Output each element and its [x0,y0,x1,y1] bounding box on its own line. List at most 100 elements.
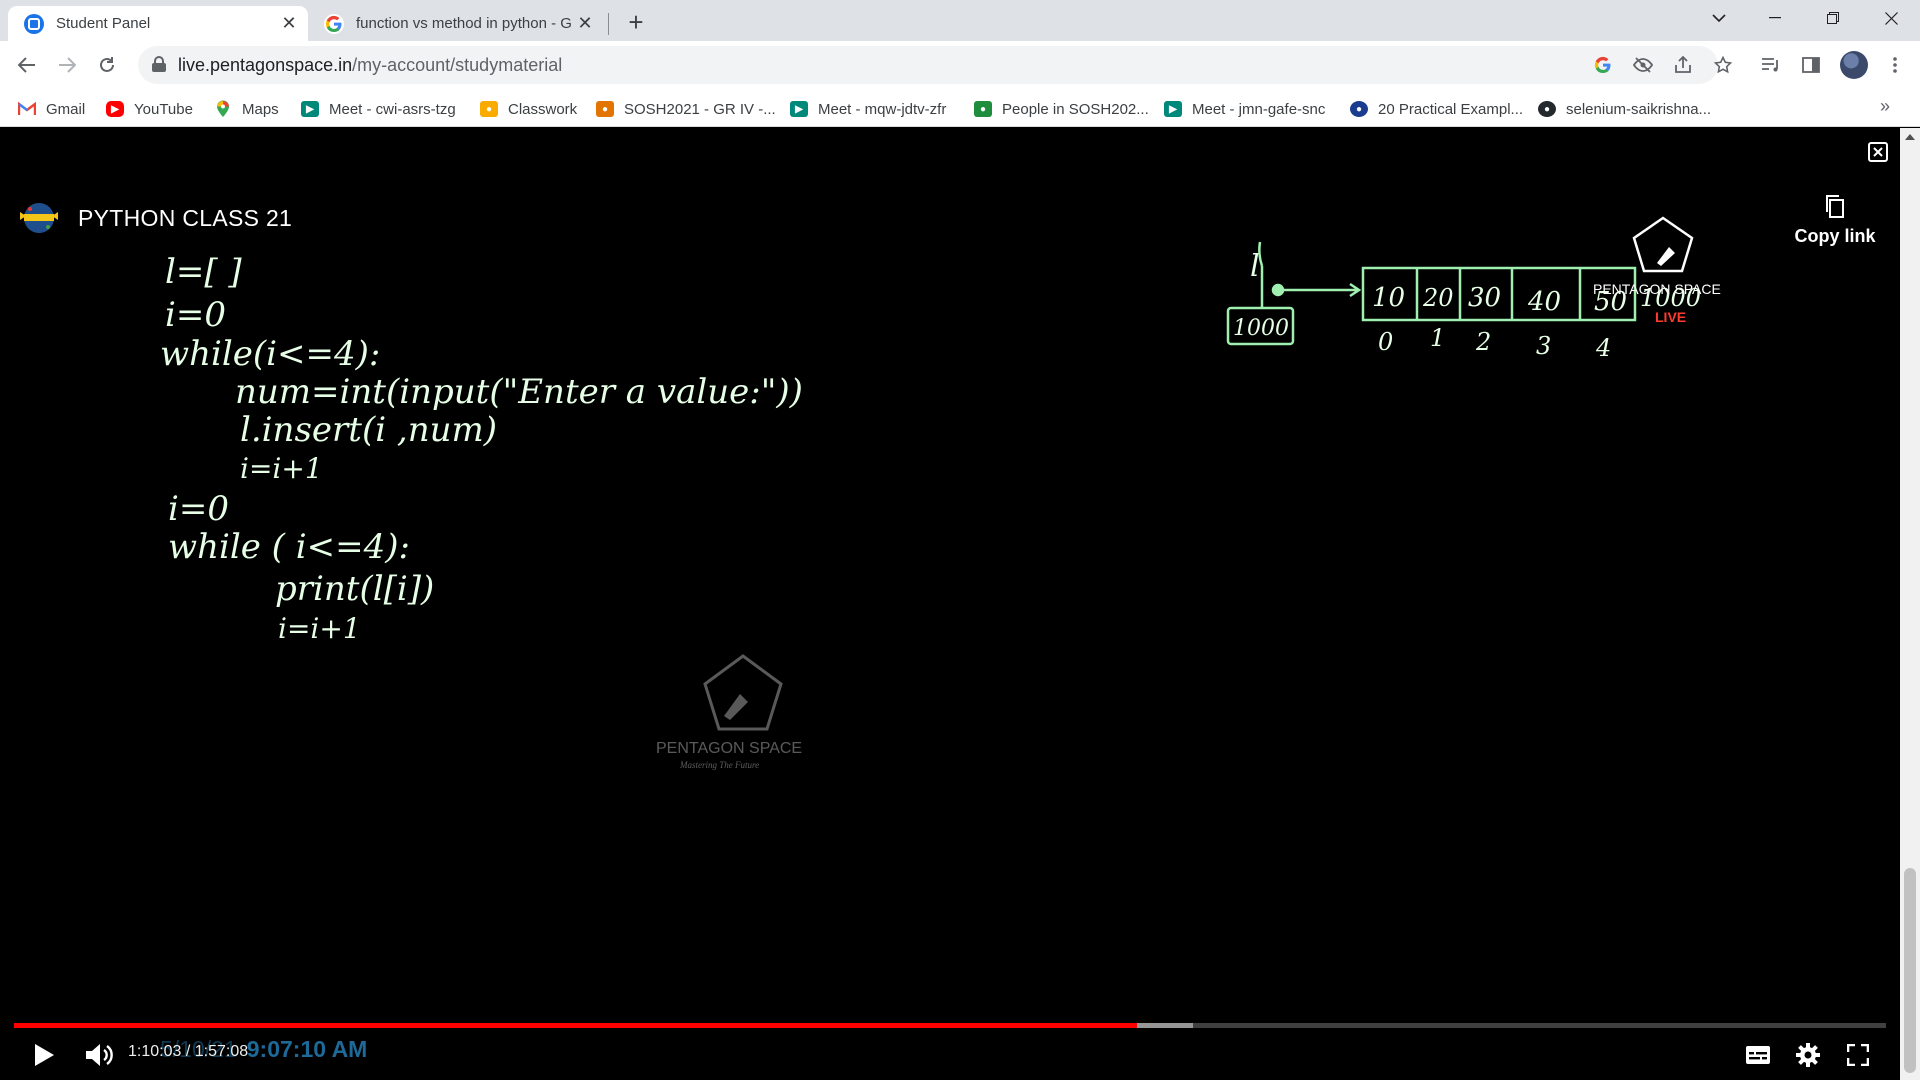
overlay-clock: 9:07:10 AM [246,1036,368,1062]
more-menu-icon[interactable] [1880,50,1910,80]
bookmark-sosh2021[interactable]: ● SOSH2021 - GR IV -... [596,98,776,120]
bookmark-star-icon[interactable] [1710,52,1736,78]
list-value: 10 [1372,283,1405,313]
list-index: 2 [1475,328,1491,356]
bookmarks-overflow-icon[interactable]: » [1880,96,1890,117]
code-line: i=0 [165,295,226,335]
video-player[interactable]: l=[ ] i=0 while(i<=4): num=int(input("En… [0,128,1900,1080]
corner-watermark-live: LIVE [1655,309,1686,325]
bookmark-label: Maps [242,100,279,118]
time-separator: / [181,1043,195,1060]
diagram-variable: l [1250,249,1260,284]
site-icon: ● [1350,101,1368,117]
reload-icon[interactable] [91,49,123,81]
bookmark-maps[interactable]: Maps [214,98,279,120]
bookmark-meet-2[interactable]: ▶ Meet - mqw-jdtv-zfr [790,98,946,120]
address-bar[interactable]: live.pentagonspace.in/my-account/studyma… [138,46,1732,84]
code-line: i=i+1 [240,452,323,485]
google-translate-icon[interactable] [1590,52,1616,78]
forward-arrow-icon[interactable] [51,49,83,81]
exit-fullscreen-icon[interactable] [1867,141,1889,163]
list-value: 20 [1422,284,1454,312]
bookmark-label: selenium-saikrishna... [1566,100,1712,118]
reading-list-icon[interactable] [1756,50,1786,80]
list-value: 40 [1527,287,1561,317]
profile-avatar[interactable] [1840,51,1868,79]
python-channel-logo[interactable] [14,200,64,236]
pointer-arrow [1280,282,1362,298]
list-index: 0 [1378,328,1393,356]
list-index: 4 [1595,334,1611,362]
list-index: 3 [1536,332,1551,360]
video-progress-bar[interactable] [14,1023,1886,1028]
video-title[interactable]: PYTHON CLASS 21 [78,205,292,232]
volume-button[interactable] [78,1033,122,1077]
gear-icon [1796,1043,1820,1067]
close-tab-icon[interactable]: ✕ [278,13,300,35]
bookmark-label: Meet - cwi-asrs-tzg [329,100,456,118]
tab-title: function vs method in python - G [356,15,572,32]
bookmark-meet-1[interactable]: ▶ Meet - cwi-asrs-tzg [301,98,456,120]
tab-search-chevron-icon[interactable] [1696,0,1742,36]
code-line: l.insert(i ,num) [240,410,497,450]
current-time: 1:10:03 [128,1043,182,1060]
code-line: num=int(input("Enter a value:")) [235,372,803,412]
browser-toolbar: live.pentagonspace.in/my-account/studyma… [0,41,1920,89]
tab-title: Student Panel [56,15,151,32]
bookmark-label: 20 Practical Exampl... [1378,100,1524,118]
code-line: i=i+1 [278,612,361,645]
side-panel-icon[interactable] [1796,50,1826,80]
close-tab-icon[interactable]: ✕ [574,13,596,35]
url-text[interactable]: live.pentagonspace.in/my-account/studyma… [178,55,562,76]
volume-icon [86,1044,113,1066]
bookmark-gmail[interactable]: Gmail [18,98,85,120]
back-arrow-icon[interactable] [11,49,43,81]
lock-icon[interactable] [152,56,166,72]
variable-stem [1258,241,1264,308]
scrollbar-thumb[interactable] [1904,868,1916,1073]
student-panel-favicon [24,13,44,34]
bookmark-label: People in SOSH202... [1002,100,1149,118]
minimize-icon[interactable] [1752,0,1798,36]
scroll-up-arrow-icon[interactable] [1905,134,1915,140]
bookmark-meet-3[interactable]: ▶ Meet - jmn-gafe-snc [1164,98,1325,120]
time-display: 1:10:03 / 1:57:08 [128,1043,248,1061]
classroom-icon: ● [480,101,498,117]
classroom-icon: ● [596,101,614,117]
bookmark-label: Meet - jmn-gafe-snc [1192,100,1326,118]
copy-link-label: Copy link [1794,226,1876,246]
share-icon[interactable] [1670,52,1696,78]
play-button[interactable] [22,1033,66,1077]
code-line: l=[ ] [165,252,242,292]
video-title-bar: PYTHON CLASS 21 [14,200,292,236]
bookmark-people[interactable]: ● People in SOSH202... [974,98,1149,120]
close-window-icon[interactable] [1868,0,1914,36]
bookmark-practical-examples[interactable]: ● 20 Practical Exampl... [1350,98,1523,120]
settings-button[interactable] [1786,1033,1830,1077]
code-line: print(l[i]) [275,569,434,609]
captions-button[interactable] [1736,1033,1780,1077]
list-value: 30 [1468,283,1501,313]
eye-off-icon[interactable] [1630,52,1656,78]
bookmark-github[interactable]: ● selenium-saikrishna... [1538,98,1711,120]
fullscreen-icon [1847,1044,1869,1066]
fullscreen-button[interactable] [1836,1033,1880,1077]
tab-student-panel[interactable]: Student Panel ✕ [8,6,308,41]
restore-icon[interactable] [1810,0,1856,36]
progress-played [14,1023,1138,1028]
bookmark-classwork[interactable]: ● Classwork [480,98,577,120]
bookmark-youtube[interactable]: ▶ YouTube [106,98,193,120]
tab-google-search[interactable]: function vs method in python - G ✕ [312,6,604,41]
bookmark-label: YouTube [134,100,193,118]
page-scrollbar[interactable] [1900,128,1920,1080]
code-line: while(i<=4): [160,334,380,374]
classroom-icon: ● [974,101,992,117]
gmail-icon [18,101,36,117]
youtube-icon: ▶ [106,101,124,117]
meet-icon: ▶ [790,101,808,117]
google-favicon [324,13,344,34]
copy-link-button[interactable]: Copy link [1790,194,1880,247]
code-line: i=0 [168,489,229,529]
new-tab-button[interactable]: + [622,7,650,37]
tab-divider [608,13,609,35]
